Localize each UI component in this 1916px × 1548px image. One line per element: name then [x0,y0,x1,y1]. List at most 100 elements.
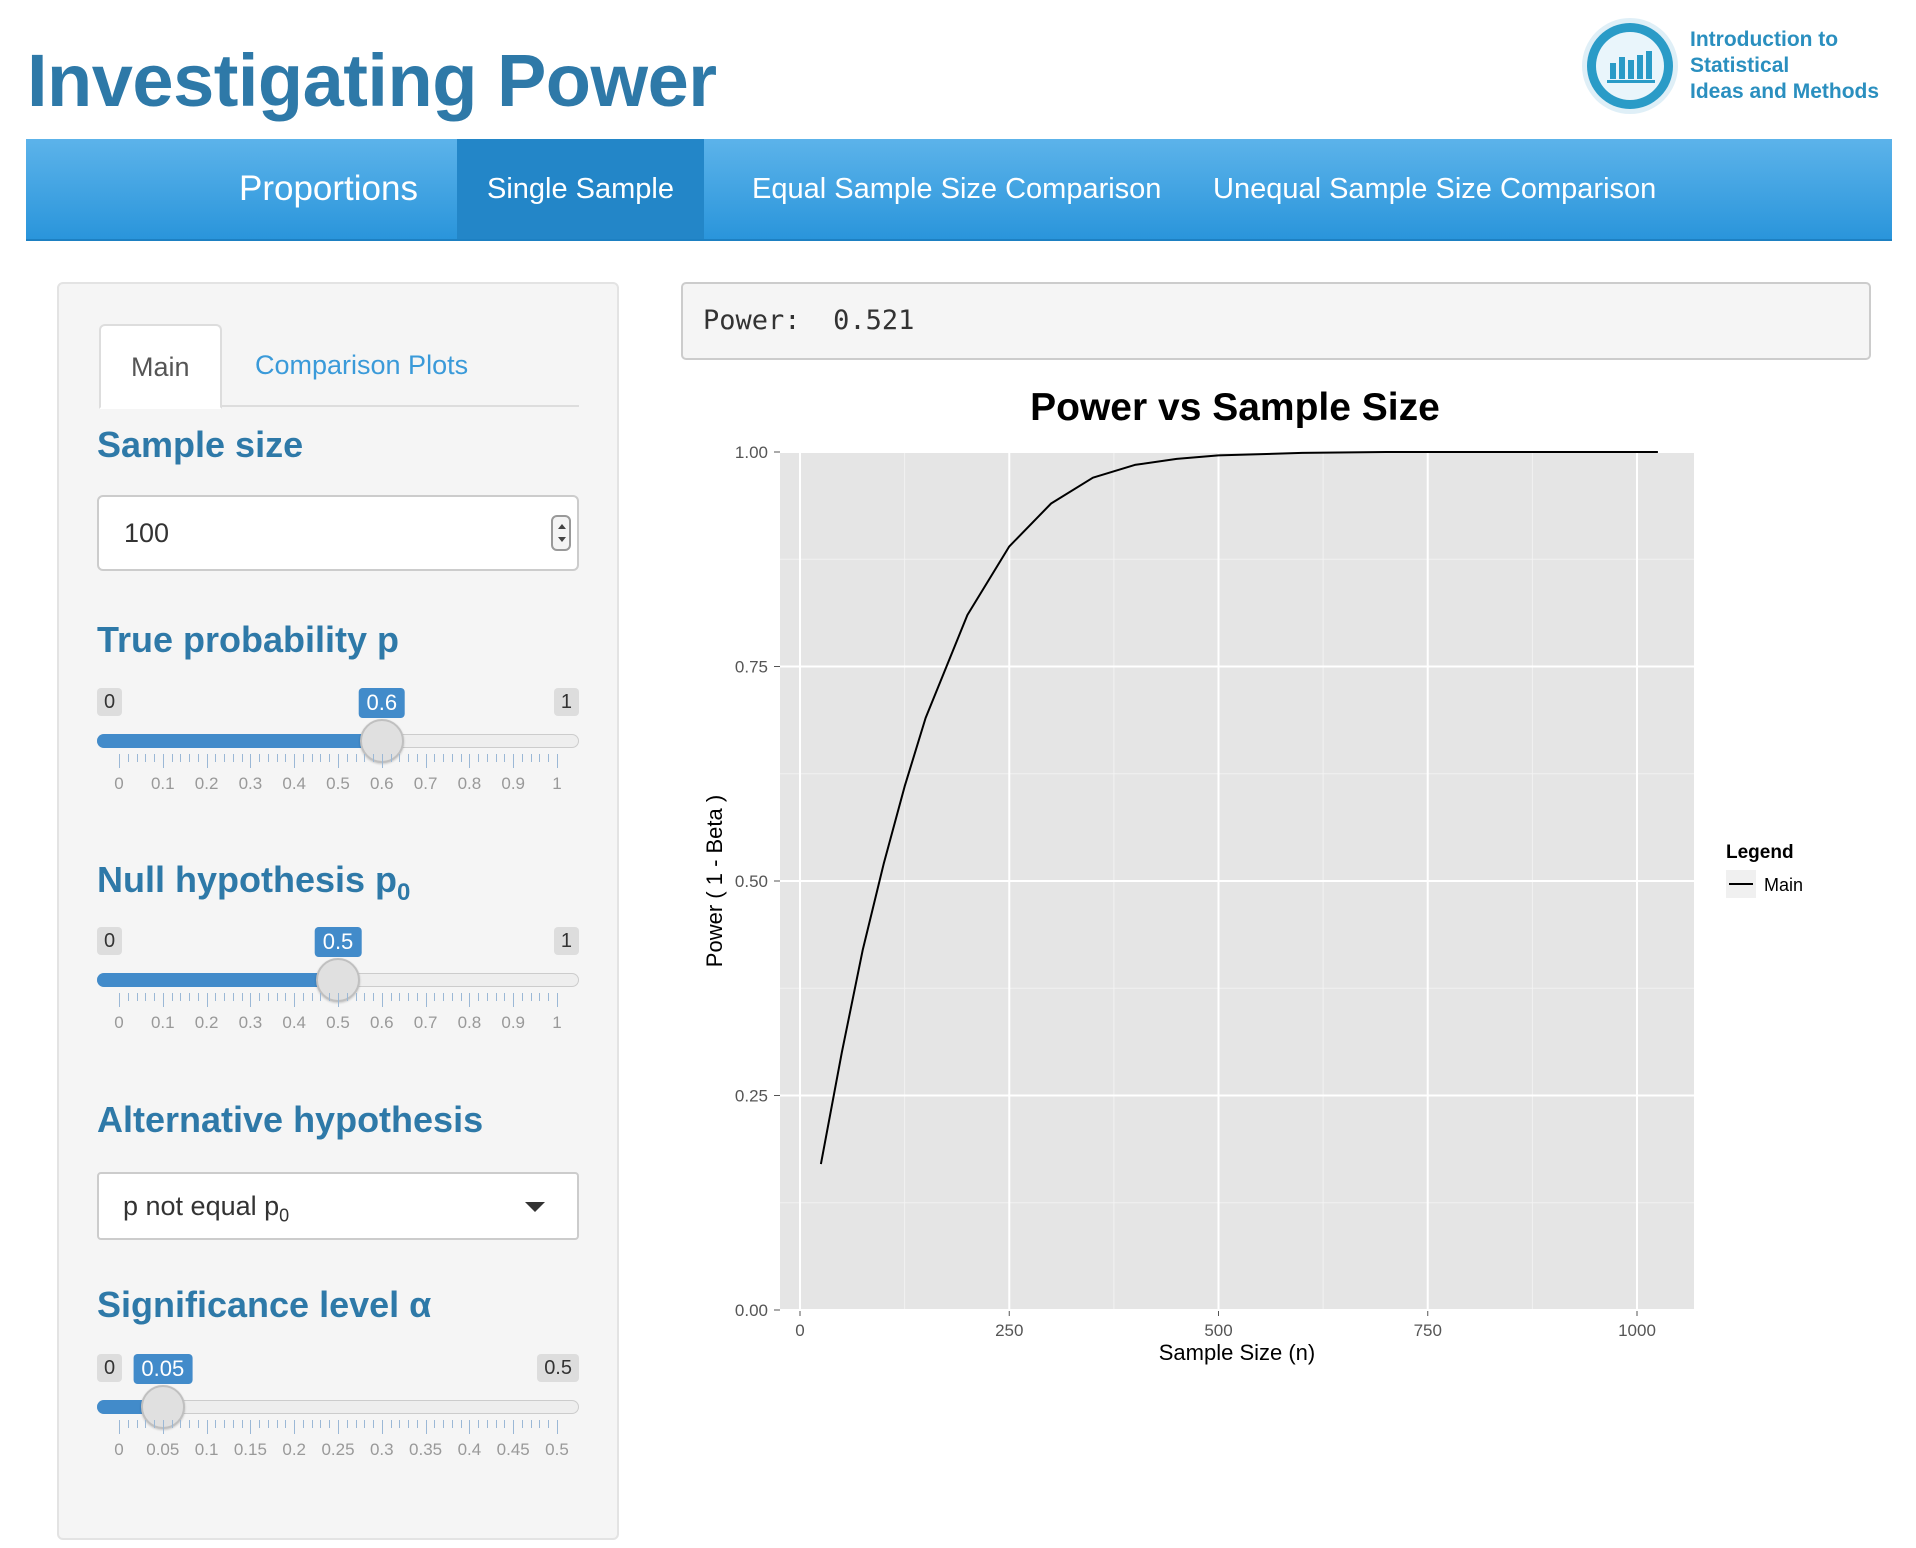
slider-tick [451,754,453,762]
slider-tick [390,754,392,762]
slider-tick [408,993,410,1001]
null-p-slider[interactable]: 0 1 0.5 0 0.1 0.2 0.3 0.4 0.5 0.6 0.7 0.8 0.9 1 [97,927,579,1047]
slider-tick [557,1420,558,1434]
slider-tick [548,1420,550,1428]
chevron-down-icon [525,1202,545,1212]
slider-tick [127,993,129,1001]
slider-tick-label: 1 [552,1013,562,1032]
slider-tick [373,1420,375,1428]
slider-tick [364,1420,366,1428]
number-spinner-icon[interactable] [551,515,571,551]
x-tick-label: 500 [1204,1321,1232,1340]
slider-tick [469,754,471,768]
power-label: Power: [703,305,801,336]
slider-tick-label: 0 [114,1440,124,1459]
slider-tick [206,993,208,1007]
slider-tick [276,993,278,1001]
slider-tick [329,754,331,762]
null-p-label: Null hypothesis p0 [97,859,411,907]
x-tick-label: 250 [995,1321,1023,1340]
sample-size-input[interactable]: 100 [97,495,579,571]
slider-tick [302,1420,304,1428]
slider-tick-label: 0.1 [150,1013,175,1032]
slider-tick [399,754,401,762]
slider-tick [302,993,304,1001]
nav-item-unequal-sample-size[interactable]: Unequal Sample Size Comparison [1183,139,1686,239]
alternative-select[interactable]: p not equal p0 [97,1172,579,1240]
slider-tick [171,993,173,1001]
y-tick-label: 0.00 [735,1301,768,1320]
app-title: Investigating Power [27,39,717,122]
true-p-label: True probability p [97,619,400,660]
slider-tick [119,754,120,768]
slider-tick [338,1420,339,1434]
slider-tick-label: 0.5 [326,774,350,793]
slider-tick [504,1420,506,1428]
slider-tick-label: 0.2 [194,1013,219,1032]
slider-tick [539,754,541,762]
slider-tick [530,993,532,1001]
slider-tick-label: 0.1 [150,774,175,793]
slider-tick [460,754,462,762]
slider-ticks [97,754,579,774]
slider-tick-label: 0.4 [282,774,307,793]
slider-tick [294,993,296,1007]
slider-tick-label: 0.6 [369,774,394,793]
slider-tick [495,754,497,762]
x-axis-label: Sample Size (n) [1159,1340,1316,1365]
slider-tick [425,993,427,1007]
slider-tick [469,993,471,1007]
slider-tick [557,754,558,768]
slider-tick [390,1420,392,1428]
slider-tick [224,1420,226,1428]
slider-tick [504,754,506,762]
slider-tick [180,754,182,762]
slider-tick [338,754,339,768]
slider-tick [145,1420,147,1428]
logo-text: Introduction to Statistical Ideas and Me… [1690,28,1880,103]
slider-tick [521,993,523,1001]
nav-item-equal-sample-size[interactable]: Equal Sample Size Comparison [722,139,1191,239]
slider-fill [97,973,338,987]
slider-tick [259,993,261,1001]
nav-brand[interactable]: Proportions [239,139,418,239]
slider-tick [206,1420,208,1434]
slider-tick [434,993,436,1001]
tab-main[interactable]: Main [99,324,222,409]
slider-tick [215,1420,217,1428]
slider-tick [320,1420,322,1428]
power-chart: Power vs Sample Size 0 250 500 750 1000 0.00 0.… [702,386,1803,1365]
slider-tick-label: 0.35 [409,1440,443,1459]
slider-tick [154,1420,156,1428]
slider-tick [530,1420,532,1428]
slider-tick [259,754,261,762]
slider-tick [136,754,138,762]
slider-tick [197,993,199,1001]
slider-tick [381,754,383,768]
slider-tick [381,993,383,1007]
true-p-slider[interactable]: 0 1 0.6 0 0.1 0.2 0.3 0.4 0.5 0.6 0.7 0.8 0.9 1 [97,688,579,808]
slider-tick-label: 0.05 [146,1440,180,1459]
slider-tick [311,754,313,762]
slider-tick [215,993,217,1001]
slider-tick [154,754,156,762]
slider-tick [311,993,313,1001]
slider-tick [241,754,243,762]
slider-tick [469,1420,471,1434]
slider-tick [232,993,234,1001]
slider-tick [513,993,515,1007]
slider-tick [329,1420,331,1428]
alpha-slider[interactable]: 0 0.5 0.05 0 0.05 0.1 0.15 0.2 0.25 0.3 0.35 0.4… [97,1354,579,1474]
nav-item-single-sample[interactable]: Single Sample [457,139,704,239]
slider-tick [285,1420,287,1428]
slider-tick [451,993,453,1001]
slider-value: 0.05 [133,1354,193,1384]
slider-tick [302,754,304,762]
slider-tick [548,754,550,762]
slider-tick-label: 0.8 [457,774,482,793]
tab-comparison-plots[interactable]: Comparison Plots [225,324,498,407]
slider-tick-label: 0.8 [457,1013,482,1032]
slider-tick [241,1420,243,1428]
slider-tick-label: 0.1 [194,1440,219,1459]
alternative-label: Alternative hypothesis [97,1099,484,1140]
